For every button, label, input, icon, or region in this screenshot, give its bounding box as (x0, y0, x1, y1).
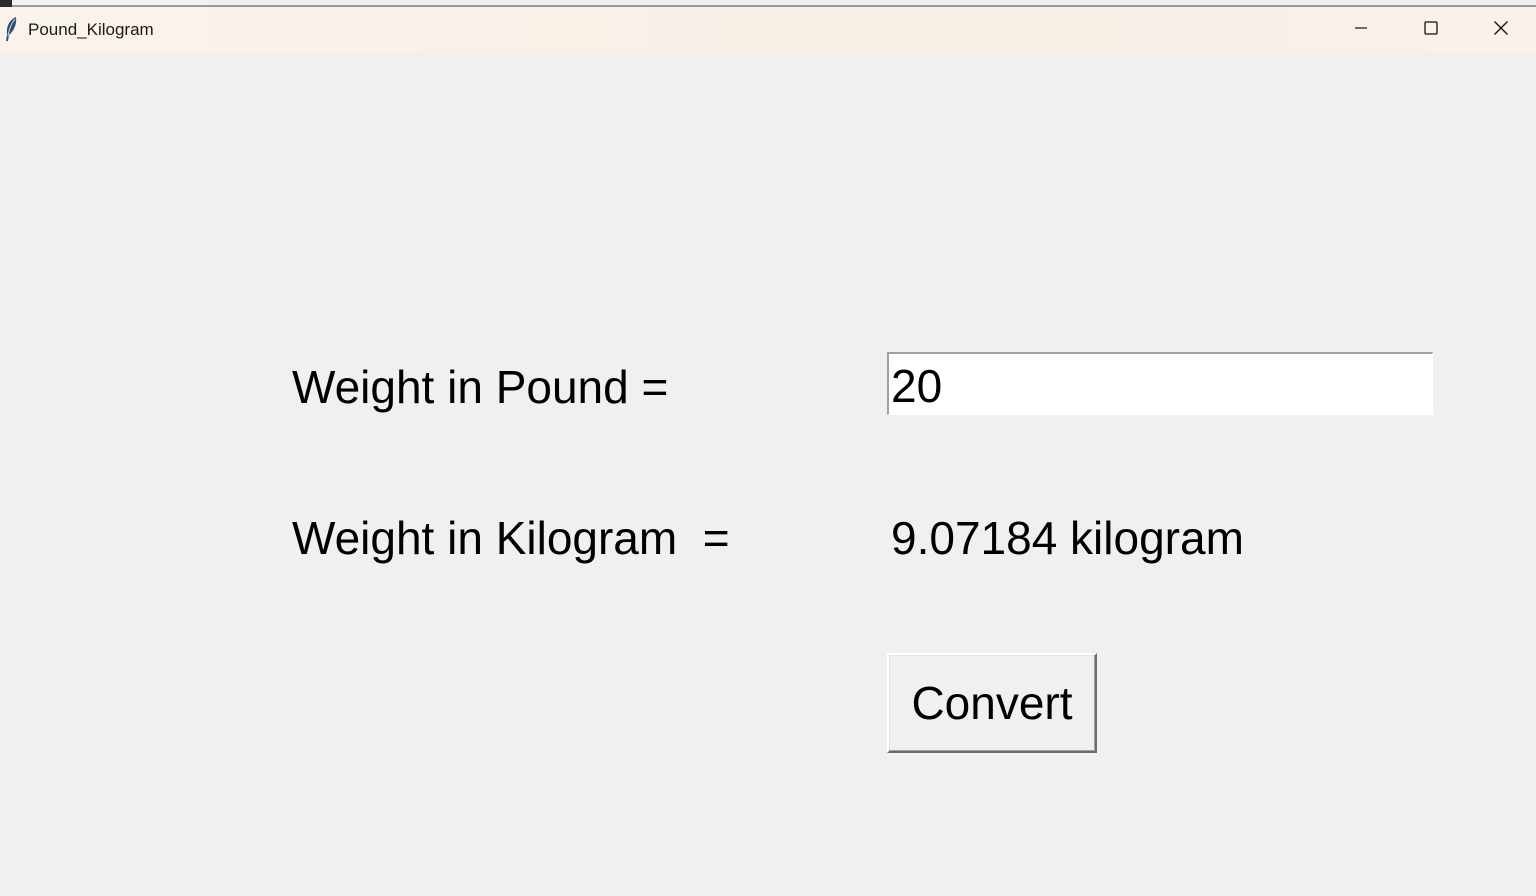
minimize-button[interactable] (1326, 7, 1396, 53)
window-title: Pound_Kilogram (28, 20, 154, 39)
feather-icon (3, 16, 19, 42)
kilogram-result: 9.07184 kilogram (891, 512, 1244, 564)
converter-panel: Weight in Pound = Weight in Kilogram = 9… (0, 53, 1536, 896)
close-button[interactable] (1466, 7, 1536, 53)
kilogram-label: Weight in Kilogram = (292, 512, 730, 564)
top-edge (0, 0, 1536, 7)
close-icon (1493, 20, 1509, 41)
maximize-button[interactable] (1396, 7, 1466, 53)
pound-input[interactable] (887, 352, 1433, 415)
minimize-icon (1353, 20, 1369, 41)
top-edge-corner (0, 0, 12, 7)
pound-label: Weight in Pound = (292, 361, 669, 413)
title-bar[interactable]: Pound_Kilogram (0, 7, 1536, 53)
convert-button[interactable]: Convert (887, 653, 1097, 753)
maximize-icon (1423, 20, 1439, 41)
